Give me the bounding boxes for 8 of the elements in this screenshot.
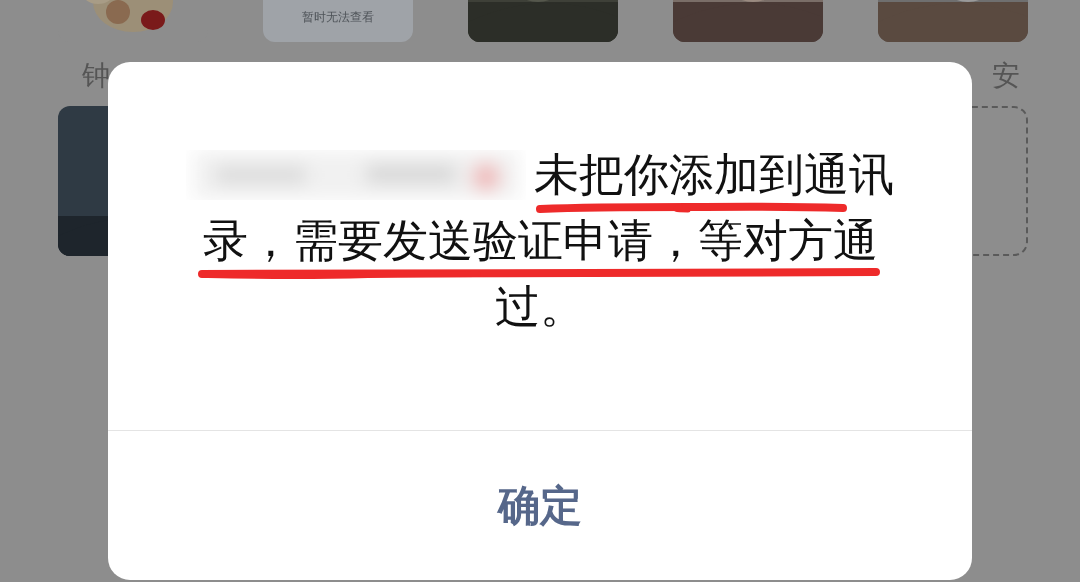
confirm-button[interactable]: 确定 [458,467,622,544]
message-line: 过。 [495,282,585,332]
unavailable-tile[interactable]: 暂时无法查看 [263,0,413,42]
message-line: 未把你添加到通讯 [534,150,894,200]
tile-caption: 暂时无法查看 [302,9,374,26]
message-line: 录，需要发送验证申请，等对方通 [202,216,878,266]
member-name: 安 [992,59,1020,92]
member-name: 钟 [82,59,110,92]
